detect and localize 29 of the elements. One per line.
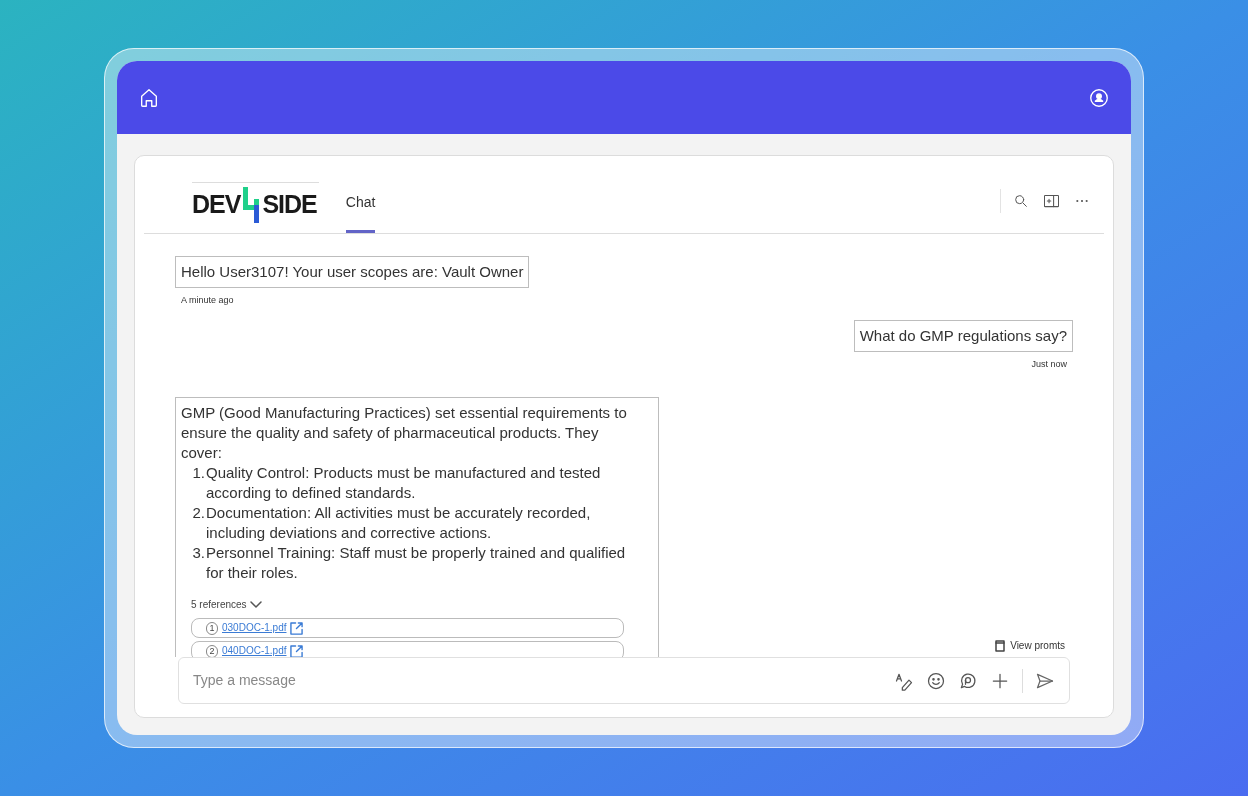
message-time: Just now xyxy=(1031,357,1067,371)
file-link[interactable]: 030DOC-1.pdf xyxy=(222,618,287,638)
home-icon[interactable] xyxy=(138,86,160,109)
list-number: 1. xyxy=(191,463,206,483)
message-text: Hello User3107! Your user scopes are: Vault Owner xyxy=(181,262,524,282)
search-icon[interactable] xyxy=(1013,193,1029,209)
list-number: 2. xyxy=(191,503,206,523)
file-link[interactable]: 040DOC-1.pdf xyxy=(222,641,287,657)
panel-icon[interactable] xyxy=(1043,194,1060,208)
chevron-icon[interactable] xyxy=(249,601,262,609)
list-item-text: Documentation: All activities must be accurately recorded, including deviations and corrective actions. xyxy=(206,503,592,543)
logo: DEV SIDE xyxy=(192,182,319,226)
message-text: GMP (Good Manufacturing Practices) set essential requirements to ensure the quality and safety of pharmaceutical products. They cover: xyxy=(181,403,628,463)
references-toggle[interactable]: 5 references xyxy=(191,595,262,615)
message-composer[interactable]: Type a message xyxy=(178,657,1070,704)
list-item-text: Personnel Training: Staff must be properly trained and qualified for their roles. xyxy=(206,543,627,583)
list-number: 3. xyxy=(191,543,206,563)
document-icon xyxy=(995,639,1006,652)
sticker-icon[interactable] xyxy=(958,670,978,691)
chat-tab[interactable]: Chat xyxy=(345,175,376,233)
external-link-icon[interactable] xyxy=(290,644,304,657)
account-icon[interactable] xyxy=(1088,86,1110,109)
message-time: A minute ago xyxy=(181,294,234,307)
list-item-text: Quality Control: Products must be manufactured and tested according to defined standards. xyxy=(206,463,602,503)
message-input[interactable]: Type a message xyxy=(193,670,894,691)
external-link-icon[interactable] xyxy=(290,621,304,635)
message-text: What do GMP regulations say? xyxy=(859,325,1067,346)
reference-item[interactable]: 1 030DOC-1.pdf xyxy=(191,618,624,638)
emoji-icon[interactable] xyxy=(926,670,946,691)
